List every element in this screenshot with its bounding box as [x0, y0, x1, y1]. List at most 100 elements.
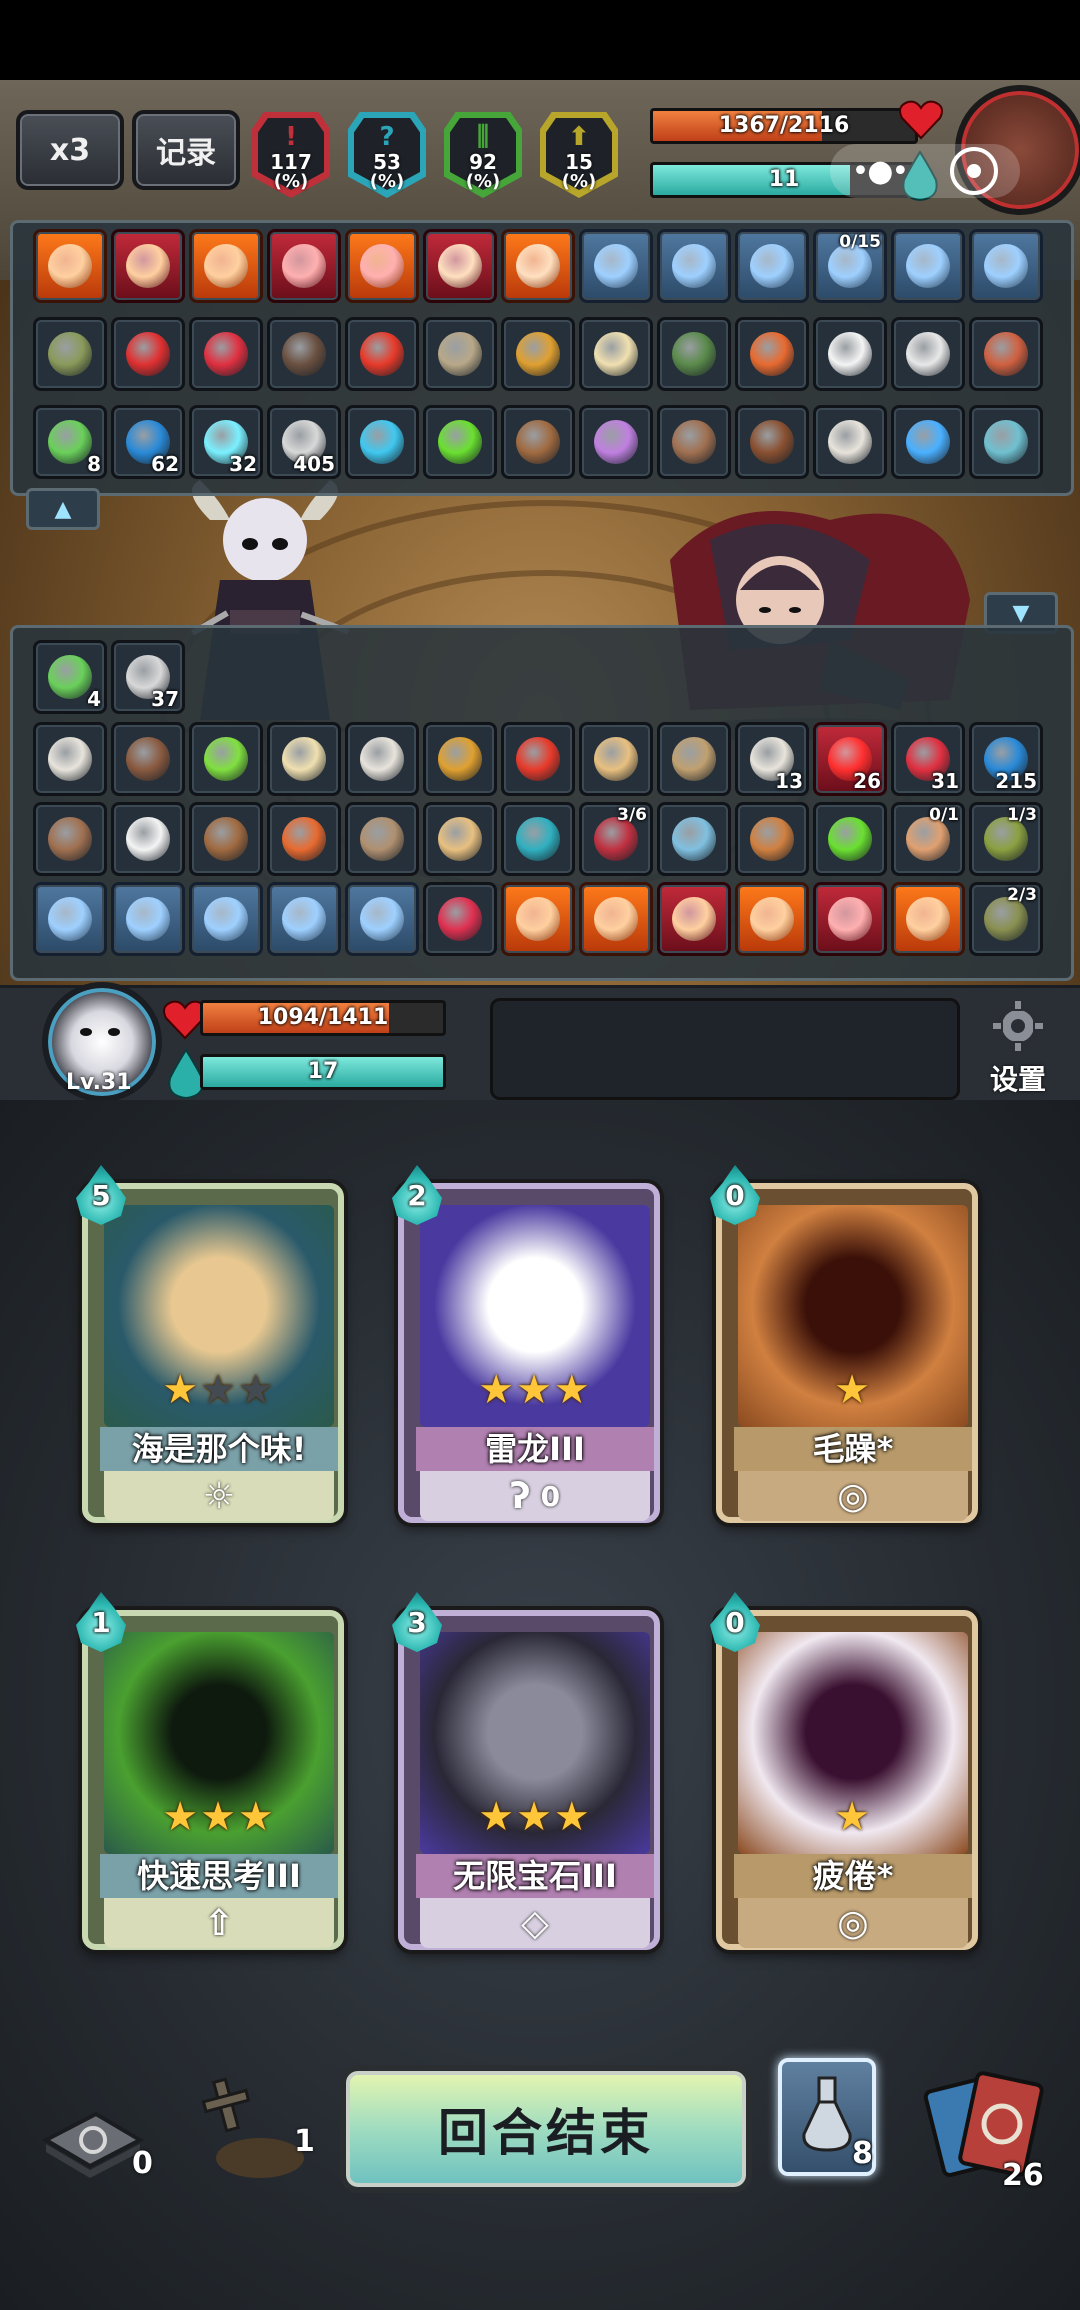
hand-card[interactable]: ★★★ 无限宝石III ◇ 3	[392, 1592, 660, 1950]
item-slot[interactable]	[345, 722, 419, 796]
item-slot[interactable]	[267, 802, 341, 876]
stat-badge[interactable]: ? 53 (%)	[348, 112, 426, 198]
item-slot[interactable]	[579, 229, 653, 303]
item-slot[interactable]: 215	[969, 722, 1043, 796]
item-slot[interactable]	[501, 405, 575, 479]
potion-button[interactable]: 8	[778, 2058, 876, 2176]
graveyard-button[interactable]: 1	[190, 2068, 315, 2188]
hand-card[interactable]: ★★★ 海是那个味! ☼ 5	[76, 1165, 344, 1523]
item-slot[interactable]: 32	[189, 405, 263, 479]
item-slot[interactable]	[33, 882, 107, 956]
item-slot[interactable]	[423, 882, 497, 956]
item-slot[interactable]	[735, 405, 809, 479]
item-slot[interactable]	[267, 317, 341, 391]
item-slot[interactable]	[735, 229, 809, 303]
item-slot[interactable]	[267, 882, 341, 956]
item-slot[interactable]	[423, 229, 497, 303]
item-slot[interactable]	[423, 405, 497, 479]
item-slot[interactable]	[189, 882, 263, 956]
item-slot[interactable]	[657, 882, 731, 956]
item-slot[interactable]	[579, 405, 653, 479]
item-slot[interactable]	[657, 722, 731, 796]
item-slot[interactable]: 0/15	[813, 229, 887, 303]
item-slot[interactable]	[111, 802, 185, 876]
item-slot[interactable]	[969, 405, 1043, 479]
item-slot[interactable]	[423, 802, 497, 876]
item-slot[interactable]	[501, 722, 575, 796]
collapse-enemy-items-button[interactable]: ▲	[26, 488, 100, 530]
item-slot[interactable]	[33, 802, 107, 876]
item-slot[interactable]	[891, 882, 965, 956]
item-slot[interactable]	[189, 229, 263, 303]
item-slot[interactable]: 4	[33, 640, 107, 714]
hand-card[interactable]: ★★★ 雷龙III ʔ 0 2	[392, 1165, 660, 1523]
item-slot[interactable]	[813, 802, 887, 876]
item-slot[interactable]: 8	[33, 405, 107, 479]
item-slot[interactable]: 37	[111, 640, 185, 714]
item-slot[interactable]: 0/1	[891, 802, 965, 876]
stat-badge[interactable]: ! 117 (%)	[252, 112, 330, 198]
hand-card[interactable]: ★ 疲倦* ◎ 0	[710, 1592, 978, 1950]
item-slot[interactable]	[735, 317, 809, 391]
item-slot[interactable]	[969, 317, 1043, 391]
item-slot[interactable]	[501, 882, 575, 956]
item-slot[interactable]	[969, 229, 1043, 303]
item-slot[interactable]	[501, 317, 575, 391]
item-slot[interactable]	[501, 802, 575, 876]
item-slot[interactable]: 26	[813, 722, 887, 796]
item-slot[interactable]	[111, 317, 185, 391]
item-slot[interactable]	[111, 229, 185, 303]
item-slot[interactable]: 3/6	[579, 802, 653, 876]
item-slot[interactable]	[345, 405, 419, 479]
item-slot[interactable]	[735, 882, 809, 956]
more-dots-icon[interactable]: •●•	[852, 154, 910, 189]
item-slot[interactable]: 13	[735, 722, 809, 796]
item-slot[interactable]	[189, 802, 263, 876]
item-slot[interactable]	[423, 722, 497, 796]
item-slot[interactable]	[657, 405, 731, 479]
hand-card[interactable]: ★ 毛躁* ◎ 0	[710, 1165, 978, 1523]
item-slot[interactable]	[657, 229, 731, 303]
stat-badge[interactable]: ⬆ 15 (%)	[540, 112, 618, 198]
item-slot[interactable]	[657, 317, 731, 391]
item-slot[interactable]	[813, 882, 887, 956]
item-slot[interactable]	[189, 722, 263, 796]
item-slot[interactable]	[891, 229, 965, 303]
item-slot[interactable]	[813, 317, 887, 391]
item-slot[interactable]	[33, 317, 107, 391]
item-slot[interactable]	[579, 882, 653, 956]
item-slot[interactable]	[267, 229, 341, 303]
item-slot[interactable]	[189, 317, 263, 391]
item-slot[interactable]	[345, 882, 419, 956]
item-slot[interactable]	[891, 317, 965, 391]
item-slot[interactable]	[891, 405, 965, 479]
draw-pile-button[interactable]: 0	[36, 2100, 153, 2190]
item-slot[interactable]	[111, 722, 185, 796]
item-slot[interactable]: 405	[267, 405, 341, 479]
item-slot[interactable]	[657, 802, 731, 876]
settings-button[interactable]: 设置	[978, 998, 1058, 1098]
item-slot[interactable]	[735, 802, 809, 876]
item-slot[interactable]	[111, 882, 185, 956]
item-slot[interactable]: 62	[111, 405, 185, 479]
record-button[interactable]: 记录	[132, 110, 240, 190]
item-slot[interactable]	[345, 802, 419, 876]
item-slot[interactable]	[423, 317, 497, 391]
item-slot[interactable]	[501, 229, 575, 303]
item-slot[interactable]	[579, 317, 653, 391]
deck-button[interactable]: 26	[916, 2062, 1066, 2193]
item-slot[interactable]	[813, 405, 887, 479]
item-slot[interactable]: 31	[891, 722, 965, 796]
item-slot[interactable]: 1/3	[969, 802, 1043, 876]
hand-card[interactable]: ★★★ 快速思考III ⇧ 1	[76, 1592, 344, 1950]
item-slot[interactable]	[579, 722, 653, 796]
item-slot[interactable]: 2/3	[969, 882, 1043, 956]
speed-button[interactable]: x3	[16, 110, 124, 190]
item-slot[interactable]	[267, 722, 341, 796]
item-slot[interactable]	[345, 317, 419, 391]
item-slot[interactable]	[33, 229, 107, 303]
item-slot[interactable]	[33, 722, 107, 796]
stat-badge[interactable]: ⫼ 92 (%)	[444, 112, 522, 198]
item-slot[interactable]	[345, 229, 419, 303]
target-close-icon[interactable]	[950, 147, 999, 195]
